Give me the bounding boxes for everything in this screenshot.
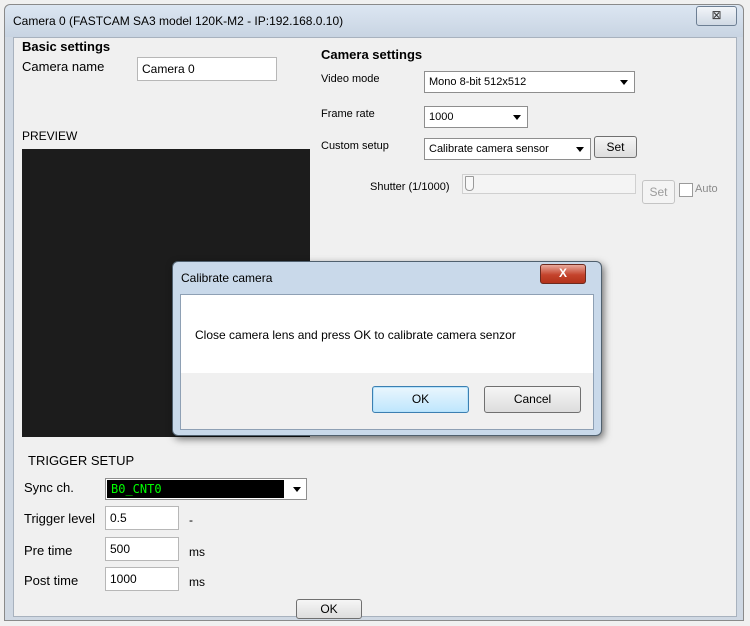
- pre-time-label: Pre time: [24, 543, 73, 558]
- post-time-unit: ms: [189, 575, 205, 589]
- pre-time-unit: ms: [189, 545, 205, 559]
- auto-checkbox[interactable]: [679, 183, 693, 197]
- post-time-input[interactable]: 1000: [105, 567, 179, 591]
- sync-channel-select[interactable]: B0_CNT0: [105, 478, 307, 500]
- shutter-slider[interactable]: [462, 174, 636, 194]
- trigger-level-input[interactable]: 0.5: [105, 506, 179, 530]
- dialog-ok-button[interactable]: OK: [372, 386, 469, 413]
- chevron-down-icon: [293, 487, 301, 492]
- camera-name-input[interactable]: Camera 0: [137, 57, 277, 81]
- dialog-body: Close camera lens and press OK to calibr…: [180, 294, 594, 430]
- ok-button[interactable]: OK: [296, 599, 362, 619]
- window-title: Camera 0 (FASTCAM SA3 model 120K-M2 - IP…: [13, 14, 344, 28]
- custom-setup-set-button[interactable]: Set: [594, 136, 637, 158]
- dialog-cancel-button[interactable]: Cancel: [484, 386, 581, 413]
- chevron-down-icon: [513, 115, 521, 120]
- post-time-label: Post time: [24, 573, 79, 588]
- camera-name-label: Camera name: [22, 59, 105, 74]
- custom-setup-select[interactable]: Calibrate camera sensor: [424, 138, 591, 160]
- window-close-button[interactable]: ⊠: [696, 6, 737, 26]
- calibrate-dialog: Calibrate camera X Close camera lens and…: [172, 261, 602, 436]
- video-mode-label: Video mode: [321, 73, 380, 85]
- dialog-title: Calibrate camera: [181, 271, 273, 285]
- auto-label: Auto: [695, 183, 718, 195]
- video-mode-select[interactable]: Mono 8-bit 512x512: [424, 71, 635, 93]
- dialog-message: Close camera lens and press OK to calibr…: [195, 328, 516, 342]
- trigger-level-unit: -: [189, 513, 193, 527]
- frame-rate-label: Frame rate: [321, 108, 375, 120]
- title-bar[interactable]: Camera 0 (FASTCAM SA3 model 120K-M2 - IP…: [5, 5, 743, 37]
- camera-settings-heading: Camera settings: [321, 47, 423, 62]
- trigger-setup-heading: TRIGGER SETUP: [28, 453, 135, 468]
- video-mode-value: Mono 8-bit 512x512: [429, 76, 527, 88]
- sync-channel-label: Sync ch.: [24, 480, 74, 495]
- dialog-message-area: Close camera lens and press OK to calibr…: [181, 295, 593, 373]
- chevron-down-icon: [576, 147, 584, 152]
- shutter-label: Shutter (1/1000): [370, 181, 450, 193]
- basic-settings-heading: Basic settings: [22, 39, 111, 54]
- chevron-down-icon: [620, 80, 628, 85]
- dialog-close-button[interactable]: X: [540, 264, 586, 284]
- frame-rate-value: 1000: [429, 111, 454, 123]
- custom-setup-label: Custom setup: [321, 140, 389, 152]
- shutter-set-button[interactable]: Set: [642, 180, 675, 204]
- shutter-slider-handle[interactable]: [465, 176, 474, 191]
- trigger-level-label: Trigger level: [24, 511, 96, 526]
- pre-time-input[interactable]: 500: [105, 537, 179, 561]
- frame-rate-select[interactable]: 1000: [424, 106, 528, 128]
- sync-channel-value: B0_CNT0: [107, 480, 284, 498]
- preview-label: PREVIEW: [22, 129, 78, 143]
- custom-setup-value: Calibrate camera sensor: [429, 143, 549, 155]
